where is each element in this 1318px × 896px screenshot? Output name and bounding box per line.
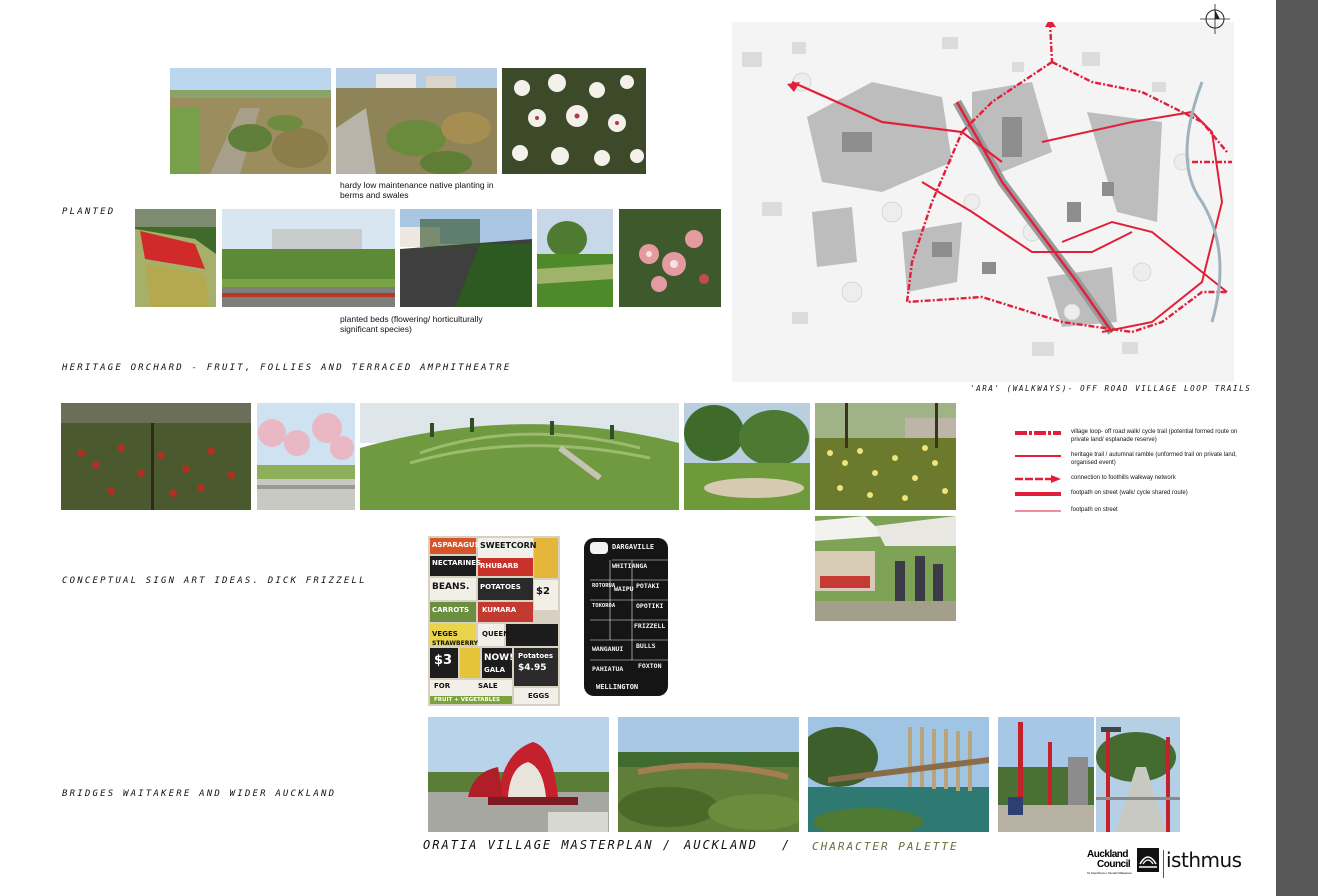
photo-red-arch-bridge (428, 717, 609, 832)
photo-park-trees (684, 403, 810, 510)
photo-pleached-trees (222, 209, 395, 307)
section-label-sign-art: CONCEPTUAL SIGN ART IDEAS. DICK FRIZZELL (62, 576, 367, 586)
sign-board-2-text: DARGAVILLE WHITIANGA POTAKI ROTORUA WAIP… (592, 543, 666, 691)
council-emblem-icon (1137, 848, 1159, 872)
legend-item-shared-footpath: footpath on street (walk/ cycle shared r… (1015, 489, 1245, 505)
village-loop-trails-map (732, 22, 1234, 382)
photo-garden-lawn (537, 209, 613, 307)
north-arrow-icon (1200, 4, 1230, 34)
thick-line-icon (1015, 492, 1061, 496)
legend-item-heritage-trail: heritage trail / autumnal ramble (unform… (1015, 451, 1245, 467)
photo-native-planting-path (336, 68, 497, 174)
section-label-bridges: BRIDGES WAITAKERE AND WIDER AUCKLAND (62, 789, 337, 799)
section-label-planted: PLANTED (62, 207, 116, 217)
isthmus-logo: isthmus (1166, 848, 1242, 872)
photo-native-planting-berm (170, 68, 331, 174)
photo-market-stalls (815, 516, 956, 621)
photo-apple-orchard (61, 403, 251, 510)
arrow-line-icon (1015, 475, 1061, 483)
caption-planted-beds: planted beds (flowering/ horticulturally… (340, 314, 483, 334)
legend-item-footpath: footpath on street (1015, 506, 1245, 522)
legend-item-foothills-connection: connection to foothills walkway network (1015, 474, 1245, 490)
footer-sheet-title: CHARACTER PALETTE (812, 840, 959, 853)
caption-native-planting: hardy low maintenance native planting in… (340, 180, 494, 200)
dash-dot-line-icon (1015, 431, 1061, 435)
photo-timber-bridge-water (808, 717, 989, 832)
legend-item-village-loop: village loop- off road walk/ cycle trail… (1015, 428, 1245, 444)
map-caption: 'ARA' (WALKWAYS)- OFF ROAD VILLAGE LOOP … (970, 384, 1252, 393)
sign-board-1-text: ASPARAGUS NECTARINES SWEETCORN RHUBARB B… (432, 541, 554, 703)
auckland-council-logo: Auckland Council Te Kaunihera o Tamaki M… (1085, 848, 1161, 878)
footer-city: AUCKLAND (684, 838, 758, 852)
thin-line-icon (1015, 510, 1061, 512)
photo-daffodils (815, 403, 956, 510)
right-side-band (1276, 0, 1318, 896)
photo-red-post-bridge (998, 717, 1094, 832)
photo-boardwalk-mangroves (618, 717, 799, 832)
solid-line-icon (1015, 455, 1061, 457)
section-label-heritage-orchard: HERITAGE ORCHARD - FRUIT, FOLLIES AND TE… (62, 363, 512, 373)
footer-project-title: ORATIA VILLAGE MASTERPLAN / (423, 838, 673, 852)
photo-terraced-amphitheatre (360, 403, 679, 510)
photo-white-flowers (502, 68, 646, 174)
photo-pink-flowers (619, 209, 721, 307)
footer-separator: / (782, 838, 792, 852)
sign-art-phone-case: DARGAVILLE WHITIANGA POTAKI ROTORUA WAIP… (582, 536, 674, 700)
photo-hedge-street (400, 209, 532, 307)
photo-blossom-trees (257, 403, 355, 510)
photo-steel-footbridge (1096, 717, 1180, 832)
logo-divider (1163, 850, 1164, 878)
photo-red-hedge (135, 209, 216, 307)
sign-art-produce-board: ASPARAGUS NECTARINES SWEETCORN RHUBARB B… (428, 536, 560, 706)
